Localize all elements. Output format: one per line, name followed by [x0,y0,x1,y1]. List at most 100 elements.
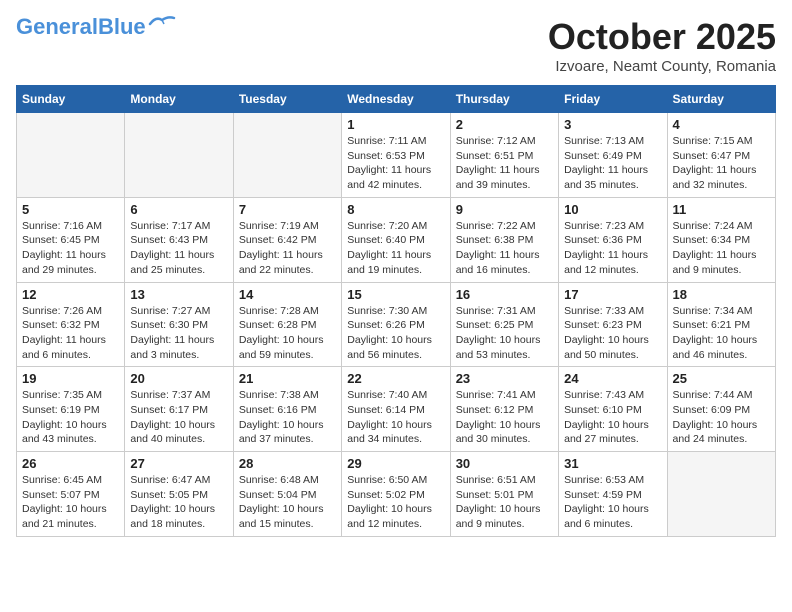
calendar-week-row: 26 Sunrise: 6:45 AMSunset: 5:07 PMDayligh… [17,452,776,537]
day-number: 12 [22,287,119,302]
calendar-cell: 10Sunrise: 7:23 AMSunset: 6:36 PMDayligh… [559,197,667,282]
day-info: Sunrise: 7:24 AMSunset: 6:34 PMDaylight:… [673,219,770,278]
day-number: 7 [239,202,336,217]
day-info: Sunrise: 7:40 AMSunset: 6:14 PMDaylight:… [347,388,444,447]
calendar-table: SundayMondayTuesdayWednesdayThursdayFrid… [16,85,776,537]
day-number: 14 [239,287,336,302]
day-number: 1 [347,117,444,132]
day-number: 8 [347,202,444,217]
day-info: Sunrise: 6:47 AMSunset: 5:05 PMDaylight:… [130,473,227,532]
calendar-cell: 3 Sunrise: 7:13 AMSunset: 6:49 PMDaylight… [559,113,667,198]
day-info: Sunrise: 7:44 AMSunset: 6:09 PMDaylight:… [673,388,770,447]
day-info: Sunrise: 7:38 AMSunset: 6:16 PMDaylight:… [239,388,336,447]
calendar-cell: 30 Sunrise: 6:51 AMSunset: 5:01 PMDayligh… [450,452,558,537]
logo-text: GeneralBlue [16,16,146,38]
calendar-cell: 15 Sunrise: 7:30 AMSunset: 6:26 PMDayligh… [342,282,450,367]
day-info: Sunrise: 7:33 AMSunset: 6:23 PMDaylight:… [564,304,661,363]
calendar-cell: 4 Sunrise: 7:15 AMSunset: 6:47 PMDaylight… [667,113,775,198]
calendar-cell: 31 Sunrise: 6:53 AMSunset: 4:59 PMDayligh… [559,452,667,537]
weekday-header-friday: Friday [559,86,667,113]
day-info: Sunrise: 7:16 AMSunset: 6:45 PMDaylight:… [22,219,119,278]
day-number: 25 [673,371,770,386]
location-subtitle: Izvoare, Neamt County, Romania [548,58,776,75]
weekday-header-saturday: Saturday [667,86,775,113]
calendar-cell: 22 Sunrise: 7:40 AMSunset: 6:14 PMDayligh… [342,367,450,452]
calendar-cell: 12 Sunrise: 7:26 AMSunset: 6:32 PMDayligh… [17,282,125,367]
day-info: Sunrise: 7:26 AMSunset: 6:32 PMDaylight:… [22,304,119,363]
day-info: Sunrise: 7:22 AMSunset: 6:38 PMDaylight:… [456,219,553,278]
day-number: 22 [347,371,444,386]
day-info: Sunrise: 7:20 AMSunset: 6:40 PMDaylight:… [347,219,444,278]
calendar-cell: 6Sunrise: 7:17 AMSunset: 6:43 PMDaylight… [125,197,233,282]
calendar-cell: 16Sunrise: 7:31 AMSunset: 6:25 PMDayligh… [450,282,558,367]
calendar-cell: 23 Sunrise: 7:41 AMSunset: 6:12 PMDayligh… [450,367,558,452]
day-number: 6 [130,202,227,217]
month-title: October 2025 [548,16,776,58]
day-info: Sunrise: 7:35 AMSunset: 6:19 PMDaylight:… [22,388,119,447]
day-number: 15 [347,287,444,302]
calendar-cell: 18Sunrise: 7:34 AMSunset: 6:21 PMDayligh… [667,282,775,367]
logo-general: General [16,14,98,39]
calendar-cell: 26 Sunrise: 6:45 AMSunset: 5:07 PMDayligh… [17,452,125,537]
day-info: Sunrise: 7:41 AMSunset: 6:12 PMDaylight:… [456,388,553,447]
weekday-header-monday: Monday [125,86,233,113]
calendar-cell: 17 Sunrise: 7:33 AMSunset: 6:23 PMDayligh… [559,282,667,367]
day-info: Sunrise: 7:15 AMSunset: 6:47 PMDaylight:… [673,134,770,193]
day-number: 24 [564,371,661,386]
title-block: October 2025 Izvoare, Neamt County, Roma… [548,16,776,75]
calendar-cell: 19 Sunrise: 7:35 AMSunset: 6:19 PMDayligh… [17,367,125,452]
day-number: 23 [456,371,553,386]
calendar-cell: 7 Sunrise: 7:19 AMSunset: 6:42 PMDaylight… [233,197,341,282]
calendar-cell: 2 Sunrise: 7:12 AMSunset: 6:51 PMDaylight… [450,113,558,198]
day-info: Sunrise: 7:27 AMSunset: 6:30 PMDaylight:… [130,304,227,363]
weekday-header-wednesday: Wednesday [342,86,450,113]
day-info: Sunrise: 7:28 AMSunset: 6:28 PMDaylight:… [239,304,336,363]
day-info: Sunrise: 7:37 AMSunset: 6:17 PMDaylight:… [130,388,227,447]
calendar-cell: 25 Sunrise: 7:44 AMSunset: 6:09 PMDayligh… [667,367,775,452]
day-info: Sunrise: 7:30 AMSunset: 6:26 PMDaylight:… [347,304,444,363]
day-number: 3 [564,117,661,132]
calendar-cell: 28Sunrise: 6:48 AMSunset: 5:04 PMDayligh… [233,452,341,537]
day-number: 4 [673,117,770,132]
calendar-cell: 27 Sunrise: 6:47 AMSunset: 5:05 PMDayligh… [125,452,233,537]
day-info: Sunrise: 7:43 AMSunset: 6:10 PMDaylight:… [564,388,661,447]
calendar-cell [17,113,125,198]
day-number: 16 [456,287,553,302]
logo: GeneralBlue [16,16,176,38]
day-number: 19 [22,371,119,386]
day-info: Sunrise: 7:12 AMSunset: 6:51 PMDaylight:… [456,134,553,193]
day-info: Sunrise: 6:45 AMSunset: 5:07 PMDaylight:… [22,473,119,532]
day-number: 31 [564,456,661,471]
day-info: Sunrise: 6:51 AMSunset: 5:01 PMDaylight:… [456,473,553,532]
logo-blue: Blue [98,14,146,39]
day-info: Sunrise: 6:53 AMSunset: 4:59 PMDaylight:… [564,473,661,532]
day-number: 10 [564,202,661,217]
day-info: Sunrise: 6:50 AMSunset: 5:02 PMDaylight:… [347,473,444,532]
calendar-cell [233,113,341,198]
day-info: Sunrise: 7:34 AMSunset: 6:21 PMDaylight:… [673,304,770,363]
day-number: 28 [239,456,336,471]
day-info: Sunrise: 7:13 AMSunset: 6:49 PMDaylight:… [564,134,661,193]
calendar-week-row: 1Sunrise: 7:11 AMSunset: 6:53 PMDaylight… [17,113,776,198]
weekday-header-tuesday: Tuesday [233,86,341,113]
day-number: 29 [347,456,444,471]
day-number: 17 [564,287,661,302]
day-number: 30 [456,456,553,471]
calendar-cell [667,452,775,537]
calendar-cell: 20 Sunrise: 7:37 AMSunset: 6:17 PMDayligh… [125,367,233,452]
weekday-header-thursday: Thursday [450,86,558,113]
weekday-header-sunday: Sunday [17,86,125,113]
day-number: 26 [22,456,119,471]
day-number: 2 [456,117,553,132]
logo-bird-icon [148,14,176,32]
day-info: Sunrise: 7:19 AMSunset: 6:42 PMDaylight:… [239,219,336,278]
day-number: 5 [22,202,119,217]
calendar-cell [125,113,233,198]
calendar-cell: 11Sunrise: 7:24 AMSunset: 6:34 PMDayligh… [667,197,775,282]
day-number: 27 [130,456,227,471]
calendar-cell: 29 Sunrise: 6:50 AMSunset: 5:02 PMDayligh… [342,452,450,537]
calendar-cell: 8 Sunrise: 7:20 AMSunset: 6:40 PMDaylight… [342,197,450,282]
day-number: 20 [130,371,227,386]
day-number: 13 [130,287,227,302]
calendar-cell: 14 Sunrise: 7:28 AMSunset: 6:28 PMDayligh… [233,282,341,367]
